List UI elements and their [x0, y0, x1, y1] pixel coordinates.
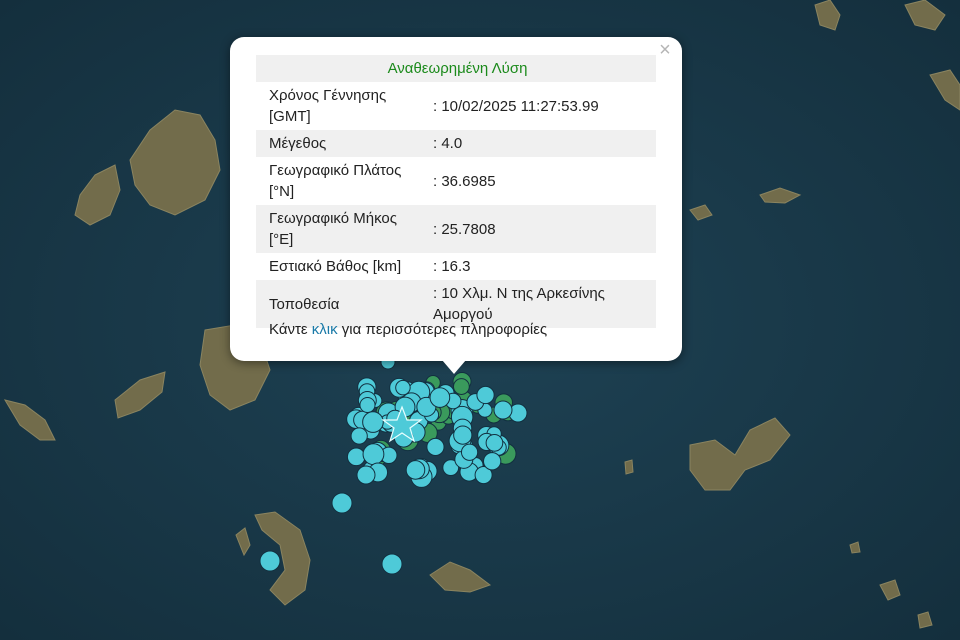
earthquake-marker[interactable] — [426, 437, 445, 457]
popup-footer: Κάντε κλικ για περισσότερες πληροφορίες — [269, 321, 547, 338]
earthquake-marker[interactable] — [429, 387, 451, 408]
popup-pointer — [442, 360, 466, 374]
magnitude-label: Μέγεθος — [256, 130, 429, 157]
footer-prefix: Κάντε — [269, 321, 312, 338]
table-row: Γεωγραφικό Πλάτος [°N] : 36.6985 — [256, 157, 656, 205]
event-info-table: Αναθεωρημένη Λύση Χρόνος Γέννησης [GMT] … — [256, 55, 656, 328]
earthquake-marker[interactable] — [405, 460, 426, 480]
more-info-link[interactable]: κλικ — [312, 321, 338, 338]
earthquake-marker[interactable] — [453, 425, 473, 445]
earthquake-marker[interactable] — [356, 465, 376, 485]
longitude-value: : 25.7808 — [429, 205, 656, 253]
earthquake-marker[interactable] — [476, 385, 495, 405]
earthquake-marker[interactable] — [493, 400, 513, 420]
longitude-label: Γεωγραφικό Μήκος [°E] — [256, 205, 429, 253]
latitude-label: Γεωγραφικό Πλάτος [°N] — [269, 162, 402, 200]
table-row: Αναθεωρημένη Λύση — [256, 55, 656, 82]
close-icon[interactable]: × — [656, 40, 674, 60]
origin-time-label: Χρόνος Γέννησης [GMT] — [269, 87, 387, 125]
depth-label: Εστιακό Βάθος [km] — [269, 258, 402, 275]
earthquake-marker[interactable] — [362, 411, 384, 433]
earthquake-marker[interactable] — [460, 443, 479, 461]
table-row: Μέγεθος : 4.0 — [256, 130, 656, 157]
earthquake-marker[interactable] — [350, 427, 368, 445]
earthquake-popup: × Αναθεωρημένη Λύση Χρόνος Γέννησης [GMT… — [230, 37, 682, 361]
island-small-3 — [624, 459, 634, 475]
origin-time-value: : 10/02/2025 11:27:53.99 — [433, 97, 599, 115]
earthquake-marker[interactable] — [395, 379, 411, 396]
table-row: Εστιακό Βάθος [km] : 16.3 — [256, 253, 656, 280]
latitude-value: : 36.6985 — [433, 172, 496, 190]
earthquake-marker[interactable] — [381, 553, 403, 575]
table-row: Γεωγραφικό Μήκος [°E] : 25.7808 — [256, 205, 656, 253]
depth-value: : 16.3 — [433, 258, 471, 275]
earthquake-marker[interactable] — [259, 550, 281, 572]
table-row: Χρόνος Γέννησης [GMT] : 10/02/2025 11:27… — [256, 82, 656, 130]
earthquake-marker[interactable] — [453, 378, 470, 395]
earthquake-marker[interactable] — [359, 396, 376, 414]
magnitude-value: : 4.0 — [429, 130, 656, 157]
earthquake-marker[interactable] — [362, 443, 385, 466]
earthquake-marker[interactable] — [483, 452, 502, 471]
earthquake-marker[interactable] — [331, 492, 353, 514]
popup-title: Αναθεωρημένη Λύση — [256, 55, 656, 82]
footer-suffix: για περισσότερες πληροφορίες — [337, 321, 548, 338]
earthquake-marker[interactable] — [346, 447, 366, 467]
earthquake-marker[interactable] — [485, 434, 504, 452]
